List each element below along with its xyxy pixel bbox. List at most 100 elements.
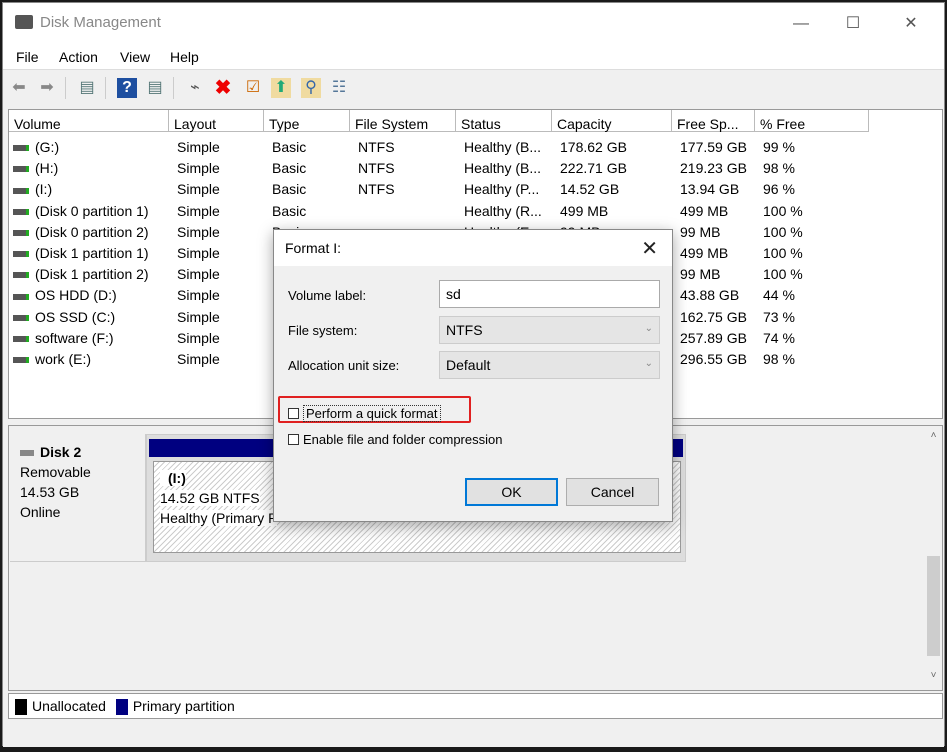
scroll-down-icon[interactable]: ˅ <box>925 670 942 681</box>
folder-search-icon[interactable]: ⚲ <box>301 78 321 98</box>
disk-size: 14.53 GB <box>20 484 80 500</box>
cell-volume: (G:) <box>13 139 165 155</box>
volume-label-input[interactable]: sd <box>439 280 660 308</box>
cell-text: OS HDD (D:) <box>35 287 117 304</box>
menu-file[interactable]: File <box>16 49 39 65</box>
table-row[interactable]: (I:) Simple Basic NTFS Healthy (P... 14.52 GB… <box>9 181 869 202</box>
scrollbar-thumb[interactable] <box>927 556 940 656</box>
cell-text: work (E:) <box>35 351 91 367</box>
dialog-close-button[interactable]: ✕ <box>641 236 658 261</box>
disk-2-info[interactable]: Disk 2 Removable 14.53 GB Online <box>10 434 146 562</box>
cell-file-system: NTFS <box>358 139 456 155</box>
menu-help[interactable]: Help <box>170 49 199 65</box>
cell-text: 257.89 GB <box>680 329 747 346</box>
scroll-up-icon[interactable]: ˄ <box>925 430 942 441</box>
menu-action[interactable]: Action <box>59 49 98 65</box>
cell-percent-free: 98 % <box>763 160 869 176</box>
forward-icon[interactable]: ➡ <box>37 78 57 98</box>
cell-text: Healthy (B... <box>464 160 542 177</box>
cell-text: Basic <box>272 160 307 177</box>
disk-management-app-icon <box>15 15 33 29</box>
table-row[interactable]: (H:) Simple Basic NTFS Healthy (B... 222.71 G… <box>9 160 869 181</box>
maximize-button[interactable]: ☐ <box>831 11 875 37</box>
menu-view[interactable]: View <box>120 49 150 65</box>
cell-free-space: 499 MB <box>680 245 755 261</box>
cell-text: Basic <box>272 181 307 198</box>
cancel-button[interactable]: Cancel <box>566 478 659 506</box>
cell-text: 96 % <box>763 181 795 198</box>
checkbox-icon[interactable] <box>288 408 299 419</box>
disk-type: Removable <box>20 464 91 480</box>
cell-capacity: 499 MB <box>560 203 672 219</box>
cell-percent-free: 99 % <box>763 139 869 155</box>
help-icon[interactable]: ? <box>117 78 137 98</box>
cell-text: NTFS <box>358 139 395 155</box>
cell-text: 100 % <box>763 266 803 283</box>
cell-text: Simple <box>177 181 220 198</box>
cell-percent-free: 100 % <box>763 245 869 261</box>
disk-state: Online <box>20 504 61 520</box>
cell-text: 499 MB <box>680 245 729 261</box>
cell-text: (Disk 0 partition 2) <box>35 223 149 240</box>
delete-icon[interactable]: ✖ <box>213 78 233 98</box>
minimize-button[interactable]: — <box>779 11 823 37</box>
allocation-unit-size-select[interactable]: Default ⌄ <box>439 351 660 379</box>
cell-text: (Disk 1 partition 2) <box>35 266 149 283</box>
cell-status: Healthy (P... <box>464 181 552 197</box>
column-header-percent-free[interactable]: % Free <box>755 110 869 132</box>
cell-type: Basic <box>272 181 350 197</box>
cell-free-space: 99 MB <box>680 224 755 240</box>
cell-text: 98 % <box>763 160 795 177</box>
partition-size: 14.52 GB NTFS <box>160 490 260 506</box>
cell-volume: (Disk 1 partition 1) <box>13 245 165 261</box>
column-header-free-space[interactable]: Free Sp... <box>672 110 755 132</box>
column-header-volume[interactable]: Volume <box>9 110 169 132</box>
cell-layout: Simple <box>177 181 264 197</box>
cell-text: 178.62 GB <box>560 139 627 155</box>
title-bar: Disk Management — ☐ ✕ <box>3 3 944 43</box>
cell-text: 99 % <box>763 139 795 155</box>
ok-button[interactable]: OK <box>465 478 558 506</box>
cell-volume: (Disk 0 partition 1) <box>13 203 165 219</box>
cell-free-space: 99 MB <box>680 266 755 282</box>
column-header-layout[interactable]: Layout <box>169 110 264 132</box>
close-button[interactable]: ✕ <box>889 11 933 37</box>
settings-list-icon[interactable]: ☷ <box>329 78 349 98</box>
volume-drive-icon <box>13 230 29 237</box>
table-row[interactable]: (G:) Simple Basic NTFS Healthy (B... 178.62 G… <box>9 139 869 160</box>
table-row[interactable]: (Disk 0 partition 1) Simple Basic Healthy (… <box>9 203 869 224</box>
cell-layout: Simple <box>177 203 264 219</box>
file-system-value: NTFS <box>446 322 483 338</box>
cell-free-space: 162.75 GB <box>680 309 755 325</box>
cell-type: Basic <box>272 139 350 155</box>
vertical-scrollbar[interactable]: ˄ ˅ <box>925 426 942 690</box>
cell-capacity: 14.52 GB <box>560 181 672 197</box>
cell-volume: (H:) <box>13 160 165 176</box>
column-header-file-system[interactable]: File System <box>350 110 456 132</box>
connect-disk-icon[interactable]: ⌁ <box>185 78 205 98</box>
checkbox-icon[interactable] <box>288 434 299 445</box>
folder-up-icon[interactable]: ⬆ <box>271 78 291 98</box>
show-hide-console-tree-icon[interactable]: ▤ <box>77 78 97 98</box>
cell-percent-free: 44 % <box>763 287 869 303</box>
format-dialog: Format I: ✕ Volume label: sd File system… <box>273 229 673 522</box>
cell-text: 43.88 GB <box>680 287 740 304</box>
cell-free-space: 43.88 GB <box>680 287 755 303</box>
file-system-select[interactable]: NTFS ⌄ <box>439 316 660 344</box>
cell-text: Simple <box>177 223 220 240</box>
cell-text: 98 % <box>763 351 795 367</box>
cell-text: 219.23 GB <box>680 160 747 177</box>
column-header-capacity[interactable]: Capacity <box>552 110 672 132</box>
cell-percent-free: 100 % <box>763 224 869 240</box>
quick-format-checkbox[interactable]: Perform a quick format <box>288 405 441 422</box>
compression-checkbox[interactable]: Enable file and folder compression <box>288 432 502 447</box>
show-hide-action-pane-icon[interactable]: ▤ <box>145 78 165 98</box>
cell-type: Basic <box>272 203 350 219</box>
column-header-type[interactable]: Type <box>264 110 350 132</box>
legend-primary-partition: Primary partition <box>132 698 235 714</box>
volume-drive-icon <box>13 293 29 300</box>
disk-name: Disk 2 <box>40 444 82 460</box>
back-icon[interactable]: ⬅ <box>9 78 29 98</box>
properties-icon[interactable]: ☑ <box>243 78 263 98</box>
column-header-status[interactable]: Status <box>456 110 552 132</box>
